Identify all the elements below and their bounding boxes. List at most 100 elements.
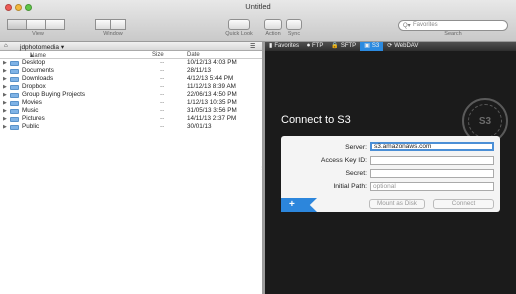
access-key-label: Access Key ID: xyxy=(320,157,367,164)
initial-path-label: Initial Path: xyxy=(333,183,367,190)
plus-icon: + xyxy=(289,199,295,210)
item-name: Desktop xyxy=(22,59,46,66)
folder-path: jdphotomedia xyxy=(20,44,60,51)
action-button[interactable] xyxy=(264,19,282,30)
splitter-grip-icon[interactable]: ⋮ xyxy=(260,165,264,170)
access-key-input[interactable] xyxy=(370,156,494,165)
item-date: 31/05/13 3:56 PM xyxy=(187,107,237,114)
sync-label: Sync xyxy=(287,31,301,37)
quick-look-button[interactable] xyxy=(228,19,250,30)
window-label: Window xyxy=(103,31,123,37)
date-column-header[interactable]: Date xyxy=(187,52,200,58)
item-date: 1/12/13 10:35 PM xyxy=(187,99,237,106)
book-icon: ▮ xyxy=(269,43,273,49)
list-item[interactable]: ▶ Public -- 30/01/13 xyxy=(0,123,262,131)
list-item[interactable]: ▶ Dropbox -- 11/12/13 8:39 AM xyxy=(0,83,262,91)
lock-icon: 🔒 xyxy=(331,43,339,49)
folder-icon xyxy=(10,85,19,90)
disclosure-triangle-icon[interactable]: ▶ xyxy=(3,75,7,83)
connect-pane: ▮ Favorites ⏺ FTP 🔒 SFTP ▣ S3 ⟳ WebDAV S3 Con… xyxy=(265,42,516,294)
folder-icon xyxy=(10,77,19,82)
size-column-header[interactable]: Size xyxy=(152,52,164,58)
webdav-icon: ⟳ xyxy=(387,43,393,49)
list-item[interactable]: ▶ Downloads -- 4/12/13 5:44 PM xyxy=(0,75,262,83)
item-name: Dropbox xyxy=(22,83,46,90)
folder-icon xyxy=(10,69,19,74)
item-date: 22/06/13 4:50 PM xyxy=(187,91,237,98)
local-file-browser: ⌂ jdphotomedia ▾ ☰ Name ▴ Size Date ▶ Des… xyxy=(0,42,262,294)
item-size: -- xyxy=(160,115,165,122)
search-input[interactable]: Q▾ Favorites xyxy=(398,20,508,31)
item-date: 14/11/13 2:37 PM xyxy=(187,115,237,122)
connect-title: Connect to S3 xyxy=(281,114,351,126)
item-name: Downloads xyxy=(22,75,54,82)
item-date: 11/12/13 8:39 AM xyxy=(187,83,236,90)
list-item[interactable]: ▶ Pictures -- 14/11/13 2:37 PM xyxy=(0,115,262,123)
view-segmented-control xyxy=(7,19,65,30)
mount-as-disk-button[interactable]: Mount as Disk xyxy=(369,199,425,209)
path-bar: ⌂ jdphotomedia ▾ ☰ xyxy=(0,42,262,51)
tab-webdav[interactable]: ⟳ WebDAV xyxy=(383,42,422,51)
connect-button[interactable]: Connect xyxy=(433,199,494,209)
dual-pane-button[interactable] xyxy=(110,19,126,30)
globe-icon: ⏺ xyxy=(307,43,311,49)
path-popup[interactable]: jdphotomedia ▾ xyxy=(20,43,64,51)
list-item[interactable]: ▶ Group Buying Projects -- 22/06/13 4:50 PM xyxy=(0,91,262,99)
server-input[interactable]: s3.amazonaws.com xyxy=(370,142,494,151)
view-icons-button[interactable] xyxy=(7,19,27,30)
folder-icon xyxy=(10,125,19,130)
disclosure-triangle-icon[interactable]: ▶ xyxy=(3,67,7,75)
tab-s3[interactable]: ▣ S3 xyxy=(360,42,384,51)
list-item[interactable]: ▶ Documents -- 28/11/13 xyxy=(0,67,262,75)
list-item[interactable]: ▶ Movies -- 1/12/13 10:35 PM xyxy=(0,99,262,107)
initial-path-input[interactable]: optional xyxy=(370,182,494,191)
item-name: Public xyxy=(22,123,40,130)
list-menu-icon[interactable]: ☰ xyxy=(250,43,255,50)
folder-icon xyxy=(10,93,19,98)
disclosure-triangle-icon[interactable]: ▶ xyxy=(3,107,7,115)
transmit-window: Untitled View Window Quick Look Action S… xyxy=(0,0,516,294)
sync-button[interactable] xyxy=(286,19,302,30)
item-name: Pictures xyxy=(22,115,45,122)
disclosure-triangle-icon[interactable]: ▶ xyxy=(3,83,7,91)
quick-look-label: Quick Look xyxy=(225,31,253,37)
folder-icon xyxy=(10,61,19,66)
server-label: Server: xyxy=(345,144,367,151)
folder-icon xyxy=(10,109,19,114)
item-name: Music xyxy=(22,107,39,114)
item-date: 28/11/13 xyxy=(187,67,212,74)
name-column-header[interactable]: Name ▴ xyxy=(30,52,46,59)
item-size: -- xyxy=(160,99,165,106)
item-date: 4/12/13 5:44 PM xyxy=(187,75,234,82)
folder-icon xyxy=(10,117,19,122)
disclosure-triangle-icon[interactable]: ▶ xyxy=(3,123,7,131)
disclosure-triangle-icon[interactable]: ▶ xyxy=(3,59,7,67)
item-name: Documents xyxy=(22,67,54,74)
secret-input[interactable] xyxy=(370,169,494,178)
item-size: -- xyxy=(160,91,165,98)
single-pane-button[interactable] xyxy=(95,19,111,30)
file-list: ▶ Desktop -- 10/12/13 4:03 PM ▶ Documents -- 2… xyxy=(0,59,262,131)
window-title: Untitled xyxy=(245,2,271,11)
tab-sftp[interactable]: 🔒 SFTP xyxy=(327,42,360,51)
toolbar: Untitled View Window Quick Look Action S… xyxy=(0,0,516,42)
list-item[interactable]: ▶ Music -- 31/05/13 3:56 PM xyxy=(0,107,262,115)
protocol-tabs: ▮ Favorites ⏺ FTP 🔒 SFTP ▣ S3 ⟳ WebDAV xyxy=(265,42,516,51)
disclosure-triangle-icon[interactable]: ▶ xyxy=(3,91,7,99)
view-list-button[interactable] xyxy=(26,19,46,30)
tab-ftp[interactable]: ⏺ FTP xyxy=(303,42,327,51)
home-icon[interactable]: ⌂ xyxy=(4,43,8,49)
list-item[interactable]: ▶ Desktop -- 10/12/13 4:03 PM xyxy=(0,59,262,67)
item-size: -- xyxy=(160,59,165,66)
item-size: -- xyxy=(160,67,165,74)
view-columns-button[interactable] xyxy=(45,19,65,30)
action-label: Action xyxy=(265,31,281,37)
column-headers: Name ▴ Size Date xyxy=(0,51,262,59)
item-size: -- xyxy=(160,123,165,130)
item-size: -- xyxy=(160,83,165,90)
tab-favorites[interactable]: ▮ Favorites xyxy=(265,42,303,51)
disclosure-triangle-icon[interactable]: ▶ xyxy=(3,99,7,107)
disclosure-triangle-icon[interactable]: ▶ xyxy=(3,115,7,123)
item-name: Group Buying Projects xyxy=(22,91,85,98)
item-size: -- xyxy=(160,107,165,114)
